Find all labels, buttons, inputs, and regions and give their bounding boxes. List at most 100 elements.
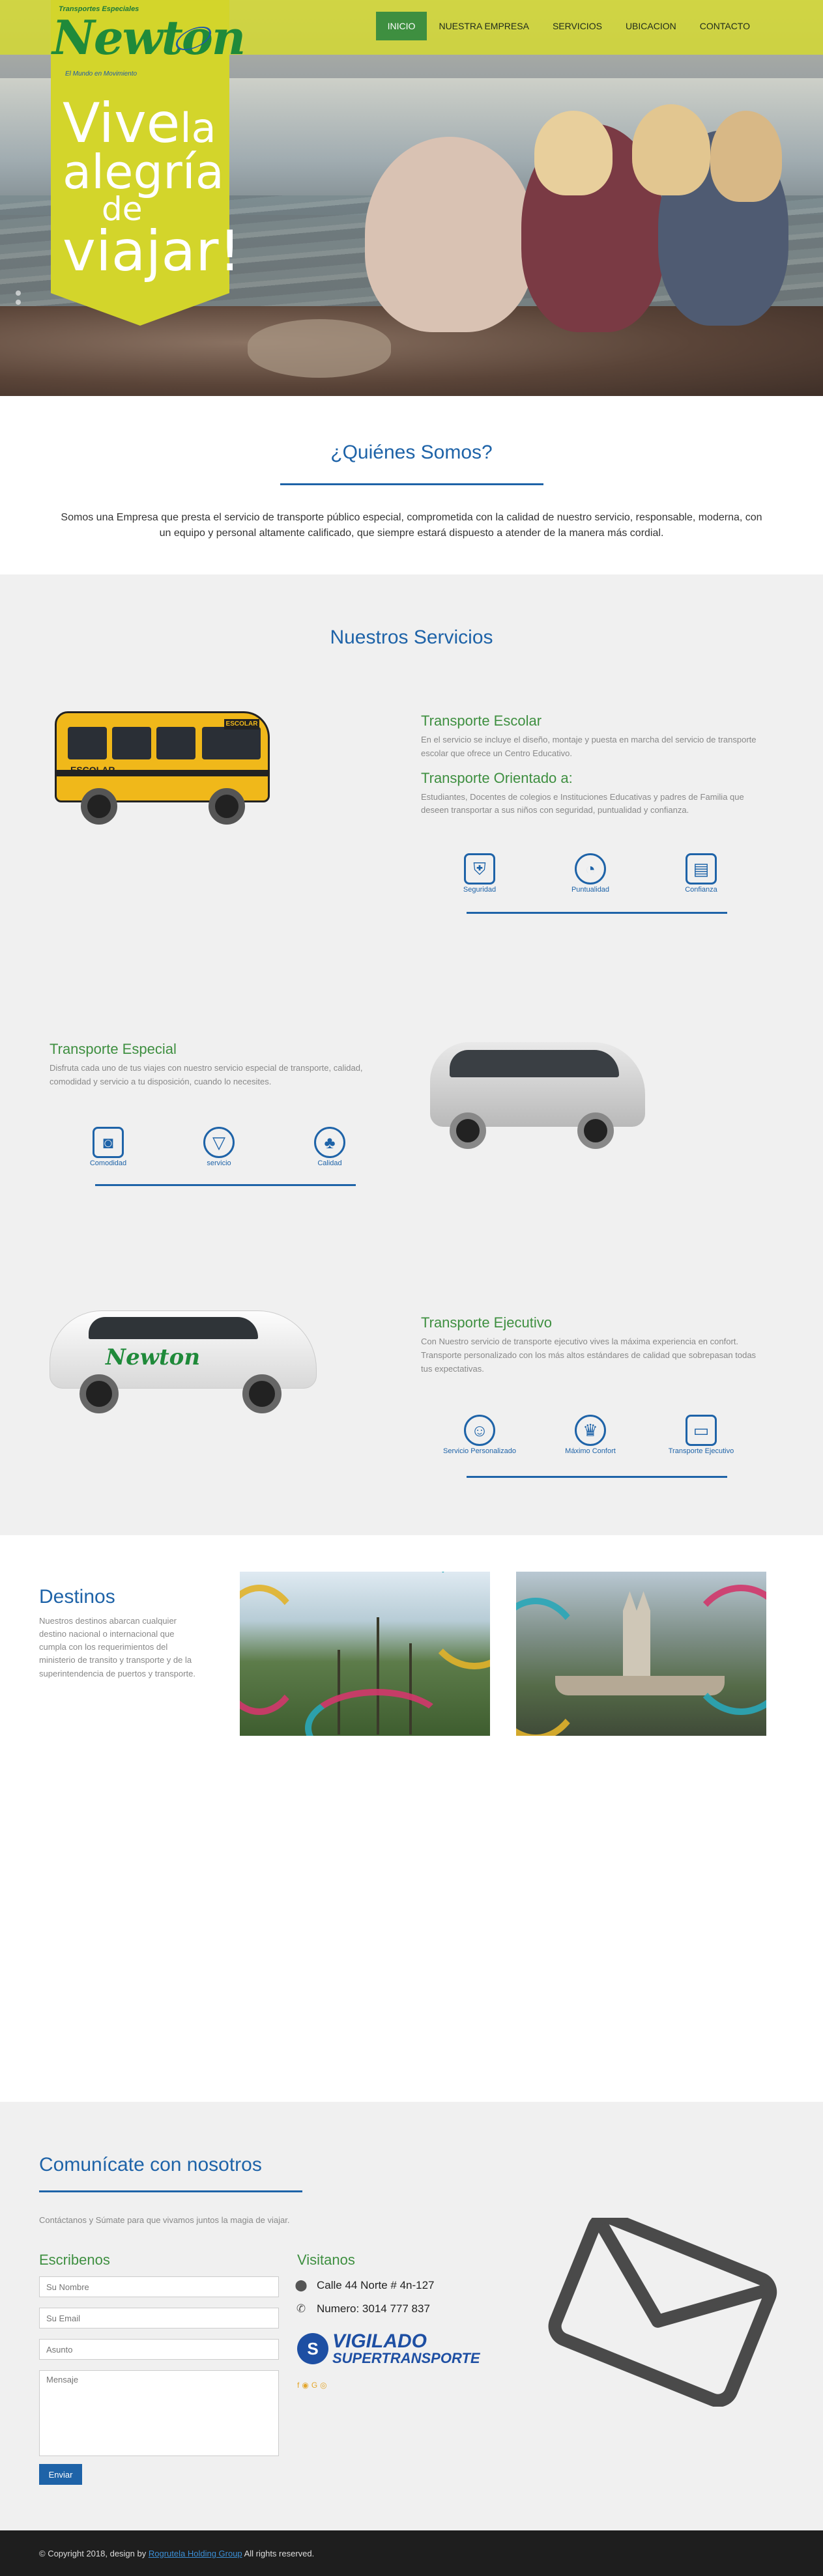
bus-window [202, 727, 261, 759]
logo-word: Newton [52, 10, 246, 65]
escolar-divider [467, 912, 727, 914]
van-wheel [577, 1112, 614, 1149]
comodidad-item: ◙ Comodidad [69, 1127, 147, 1167]
instagram-icon[interactable]: ◎ [320, 2381, 326, 2390]
destinos-title: Destinos [39, 1586, 115, 1607]
decor-swirl [305, 1689, 448, 1736]
calidad-item: ♣ Calidad [291, 1127, 369, 1167]
supertransporte-text: SUPERTRANSPORTE [332, 2350, 480, 2366]
suv-wheel [242, 1374, 282, 1413]
bus-sign: ESCOLAR [224, 719, 259, 729]
crown-icon: ♛ [575, 1415, 606, 1446]
ejecutivo-divider [467, 1476, 727, 1478]
destinos-section: Destinos Nuestros destinos abarcan cualq… [0, 1535, 823, 2102]
suv-glass [89, 1317, 258, 1339]
form-title: Escribenos [39, 2252, 110, 2268]
suv-image: Newton [50, 1297, 323, 1415]
ejecutivo-block: Transporte Ejecutivo Con Nuestro servici… [421, 1314, 766, 1376]
comodidad-label: Comodidad [89, 1159, 127, 1167]
nav-ubicacion[interactable]: UBICACION [614, 12, 688, 40]
contacto-title: Comunícate con nosotros [39, 2154, 262, 2175]
hero-hair-3 [710, 111, 782, 202]
decor-swirl [516, 1598, 588, 1736]
nav-contacto[interactable]: CONTACTO [688, 12, 762, 40]
slider-dot[interactable] [16, 300, 21, 305]
cocktail-icon: ▽ [203, 1127, 235, 1158]
twitter-icon[interactable]: ◉ [302, 2381, 308, 2390]
puntualidad-label: Puntualidad [571, 886, 610, 894]
slider-dots [16, 290, 21, 305]
especial-block: Transporte Especial Disfruta cada uno de… [50, 1041, 375, 1089]
especial-divider [95, 1184, 356, 1186]
envelope-icon [548, 2218, 777, 2407]
vigilado-circle: S [297, 2333, 328, 2364]
servicios-section: Nuestros Servicios ESCOLAR ESCOLAR Trans… [0, 574, 823, 1535]
ejecutivo-label: Transporte Ejecutivo [668, 1447, 734, 1455]
confort-item: ♛ Máximo Confort [551, 1415, 629, 1455]
confianza-label: Confianza [685, 886, 717, 894]
page: Transportes Especiales Newton El Mundo e… [0, 0, 823, 2576]
quienes-divider [280, 483, 543, 485]
ejecutivo-item: ▭ Transporte Ejecutivo [662, 1415, 740, 1455]
destino-photo-santuario[interactable] [516, 1572, 766, 1736]
quienes-text: Somos una Empresa que presta el servicio… [61, 512, 762, 539]
slider-dot[interactable] [16, 290, 21, 296]
decor-swirl [240, 1585, 305, 1715]
suv-wheel [79, 1374, 119, 1413]
logo-subtitle: El Mundo en Movimiento [65, 70, 137, 78]
school-bus-image: ESCOLAR ESCOLAR [55, 705, 274, 828]
phone-line: ✆ Numero: 3014 777 837 [295, 2302, 430, 2315]
facebook-icon[interactable]: f [297, 2381, 299, 2390]
tagline-alegria: alegría [63, 144, 224, 199]
confianza-item: ▤ Confianza [662, 853, 740, 894]
name-input[interactable] [39, 2276, 279, 2297]
person-icon: ☺ [464, 1415, 495, 1446]
designer-link[interactable]: Rogrutela Holding Group [149, 2549, 242, 2558]
address-text: Calle 44 Norte # 4n-127 [317, 2279, 435, 2291]
quienes-title: ¿Quiénes Somos? [330, 442, 493, 463]
especial-title: Transporte Especial [50, 1041, 177, 1057]
especial-icons: ◙ Comodidad ▽ servicio ♣ Calidad [69, 1127, 369, 1167]
visit-title: Visitanos [297, 2252, 355, 2268]
send-button[interactable]: Enviar [39, 2464, 82, 2485]
church [623, 1591, 650, 1689]
tagline-viajar: viajar! [63, 218, 241, 284]
escolar-icons: ⛨ Seguridad ◔ Puntualidad ▤ Confianza [440, 853, 740, 894]
destino-photo-valle[interactable] [240, 1572, 490, 1736]
seguridad-label: Seguridad [463, 886, 497, 894]
decor-swirl [686, 1585, 766, 1715]
copyright-suffix: All rights reserved. [244, 2549, 315, 2558]
copyright: © Copyright 2018, design by Rogrutela Ho… [39, 2549, 314, 2558]
suv-brand: Newton [106, 1344, 201, 1370]
servicios-title: Nuestros Servicios [330, 627, 493, 648]
google-icon[interactable]: G [311, 2381, 317, 2390]
destinos-text: Nuestros destinos abarcan cualquier dest… [39, 1616, 195, 1678]
puntualidad-item: ◔ Puntualidad [551, 853, 629, 894]
vigilado-text: VIGILADO [332, 2330, 427, 2352]
escolar-block: Transporte Escolar En el servicio se inc… [421, 713, 766, 817]
email-input[interactable] [39, 2308, 279, 2328]
subject-input[interactable] [39, 2339, 279, 2360]
calidad-label: Calidad [317, 1159, 342, 1167]
map-pin-icon: ⬤ [295, 2279, 308, 2291]
van-wheel [450, 1112, 486, 1149]
nav-nuestra-empresa[interactable]: NUESTRA EMPRESA [427, 12, 540, 40]
ejecutivo-icons: ☺ Servicio Personalizado ♛ Máximo Confort … [440, 1415, 740, 1455]
bus-side-label: ESCOLAR [70, 765, 115, 775]
contacto-intro: Contáctanos y Súmate para que vivamos ju… [39, 2215, 290, 2225]
bus-window [68, 727, 107, 759]
message-textarea[interactable] [39, 2370, 279, 2456]
nav-servicios[interactable]: SERVICIOS [541, 12, 614, 40]
bus-wheel [81, 788, 117, 825]
contacto-divider [39, 2190, 302, 2192]
van-image [424, 1036, 652, 1153]
seguridad-item: ⛨ Seguridad [440, 853, 519, 894]
clock-icon: ◔ [575, 853, 606, 885]
especial-text: Disfruta cada uno de tus viajes con nues… [50, 1063, 363, 1086]
footer: © Copyright 2018, design by Rogrutela Ho… [0, 2530, 823, 2576]
decor-swirl [422, 1572, 490, 1669]
personalizado-label: Servicio Personalizado [443, 1447, 516, 1455]
bus-wheel [209, 788, 245, 825]
nav-inicio[interactable]: INICIO [375, 12, 427, 40]
ejecutivo-title: Transporte Ejecutivo [421, 1314, 552, 1331]
